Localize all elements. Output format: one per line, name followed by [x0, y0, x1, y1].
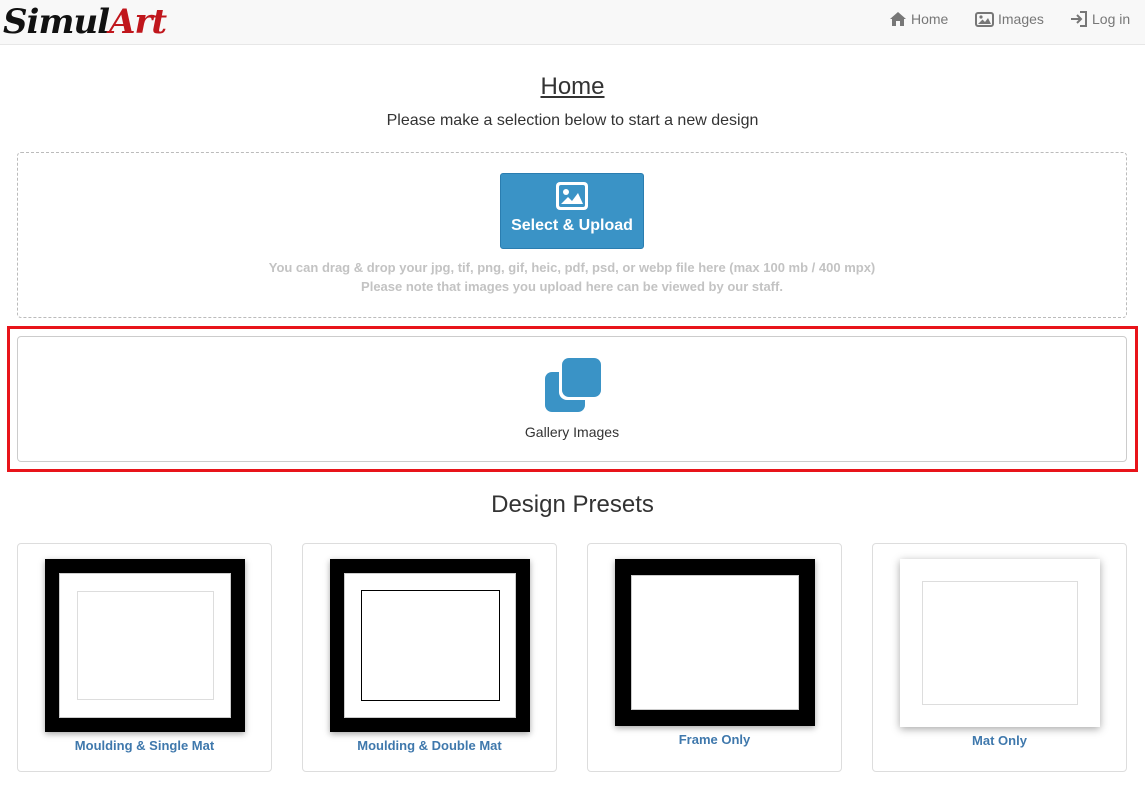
- preset-preview-double-mat: [330, 559, 530, 732]
- preset-card-double-mat[interactable]: Moulding & Double Mat: [302, 543, 557, 772]
- preview-opening: [922, 581, 1078, 705]
- page-subtitle: Please make a selection below to start a…: [386, 112, 759, 129]
- gallery-icon: [545, 357, 602, 412]
- images-icon: [975, 11, 994, 27]
- top-navbar: SimulArt Home Images Log in: [0, 0, 1145, 45]
- upload-dropzone[interactable]: Select & Upload You can drag & drop your…: [17, 152, 1127, 318]
- nav-images-label: Images: [998, 11, 1044, 27]
- nav-home-label: Home: [911, 11, 949, 27]
- preset-label-mat-only: Mat Only: [972, 733, 1027, 748]
- preset-card-single-mat[interactable]: Moulding & Single Mat: [17, 543, 272, 772]
- select-upload-button[interactable]: Select & Upload: [500, 173, 644, 249]
- preset-card-mat-only[interactable]: Mat Only: [872, 543, 1127, 772]
- login-icon: [1071, 11, 1087, 27]
- design-presets-title: Design Presets: [491, 491, 654, 518]
- preview-mat: [59, 573, 231, 718]
- nav-login-label: Log in: [1092, 11, 1131, 27]
- preset-label-frame-only: Frame Only: [678, 732, 751, 747]
- page-title: Home: [540, 73, 605, 100]
- nav-login-link[interactable]: Log in: [1070, 0, 1130, 38]
- nav-images-link[interactable]: Images: [975, 0, 1044, 38]
- preview-opening: [361, 590, 500, 701]
- preset-label-single-mat: Moulding & Single Mat: [74, 738, 215, 753]
- preview-opening: [77, 591, 214, 700]
- upload-note-privacy: Please note that images you upload here …: [361, 279, 783, 294]
- preview-opening: [631, 575, 799, 710]
- brand-logo[interactable]: SimulArt: [3, 0, 167, 44]
- home-icon: [890, 12, 906, 26]
- gallery-images-label: Gallery Images: [524, 424, 620, 440]
- preset-preview-frame-only: [615, 559, 815, 726]
- preset-preview-single-mat: [45, 559, 245, 732]
- nav-home-link[interactable]: Home: [889, 0, 948, 38]
- preset-preview-mat-only: [900, 559, 1100, 727]
- gallery-images-option[interactable]: Gallery Images: [17, 336, 1127, 462]
- preset-card-frame-only[interactable]: Frame Only: [587, 543, 842, 772]
- select-upload-label: Select & Upload: [511, 217, 633, 234]
- upload-note-formats: You can drag & drop your jpg, tif, png, …: [268, 260, 876, 275]
- image-icon: [556, 182, 588, 210]
- preset-label-double-mat: Moulding & Double Mat: [357, 738, 502, 753]
- preview-mat: [344, 573, 516, 718]
